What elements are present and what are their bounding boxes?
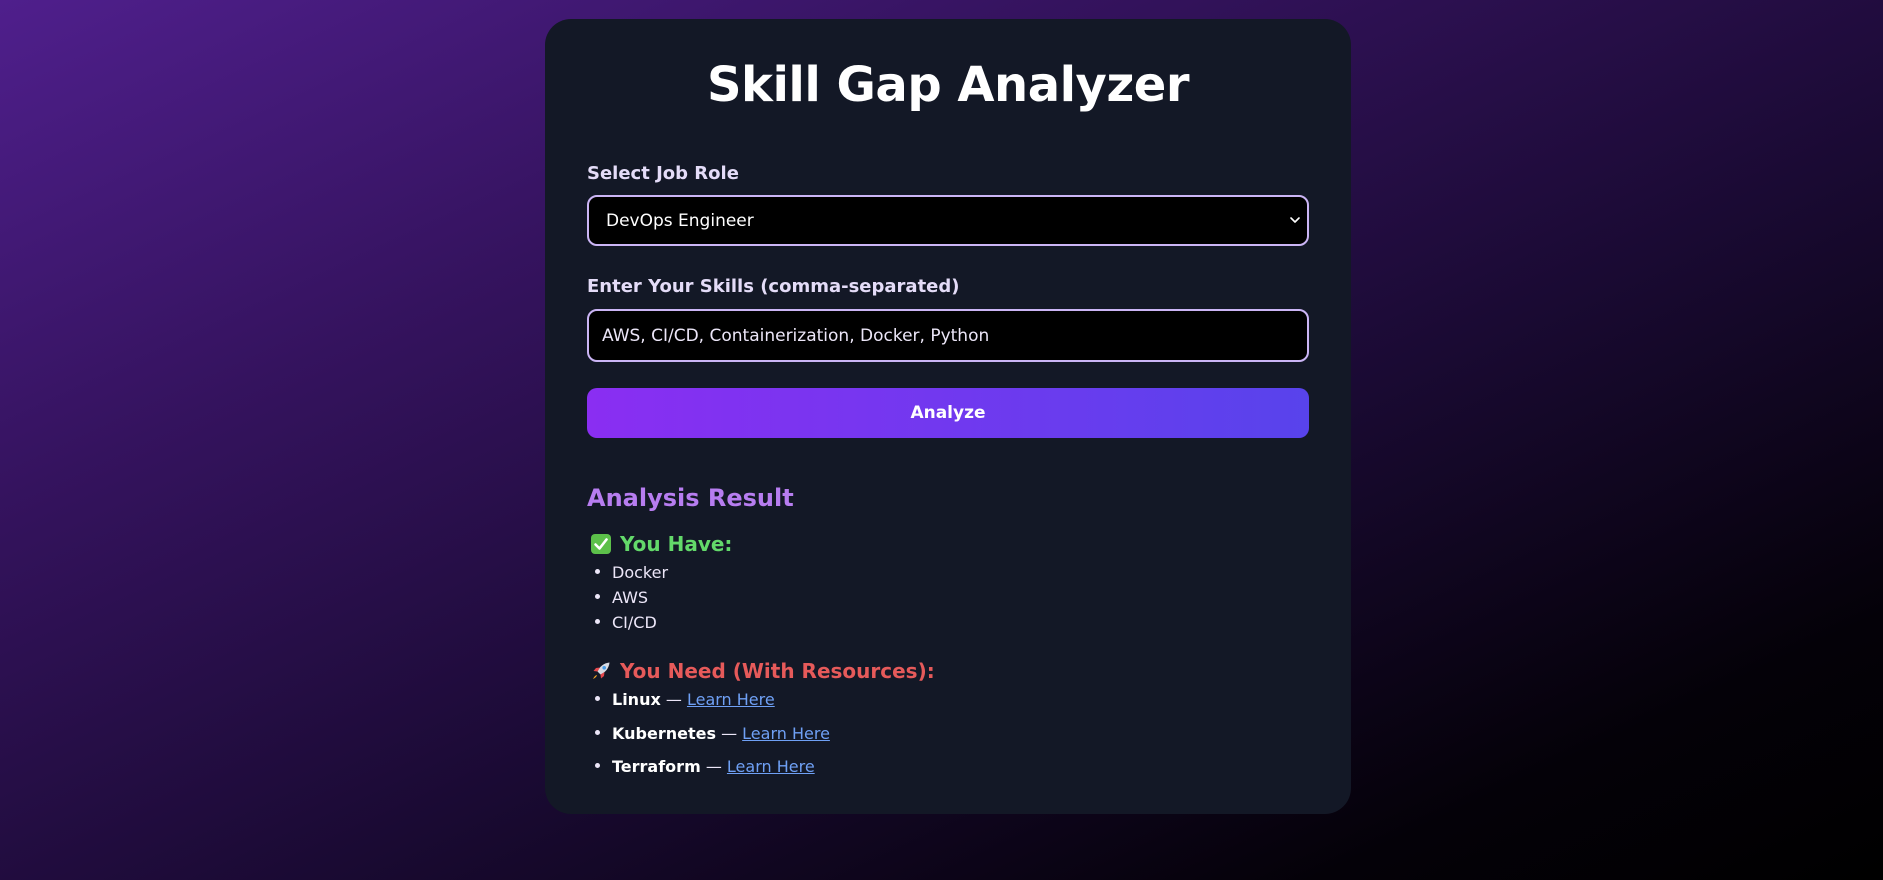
have-skill-item: AWS xyxy=(595,585,1309,610)
need-skill-name: Kubernetes xyxy=(612,723,716,743)
you-need-heading-text: You Need (With Resources): xyxy=(620,659,935,683)
separator-dash: — xyxy=(665,690,682,709)
have-skills-list: Docker AWS CI/CD xyxy=(587,560,1309,635)
separator-dash: — xyxy=(705,757,722,776)
need-skill-item: Linux — Learn Here xyxy=(595,687,1309,712)
need-skill-item: Kubernetes — Learn Here xyxy=(595,721,1309,746)
need-skill-item: Terraform — Learn Here xyxy=(595,754,1309,779)
analyzer-card: Skill Gap Analyzer Select Job Role DevOp… xyxy=(545,19,1351,814)
analysis-result-heading: Analysis Result xyxy=(587,484,794,512)
chevron-down-icon xyxy=(1290,217,1300,223)
analyze-button[interactable]: Analyze xyxy=(587,388,1309,438)
learn-here-link[interactable]: Learn Here xyxy=(687,690,775,709)
learn-here-link[interactable]: Learn Here xyxy=(727,757,815,776)
need-skill-name: Terraform xyxy=(612,757,701,776)
need-skills-list: Linux — Learn Here Kubernetes — Learn He… xyxy=(587,687,1309,779)
separator-dash: — xyxy=(721,723,738,743)
need-skill-name: Linux xyxy=(612,690,661,709)
skills-input-value: AWS, CI/CD, Containerization, Docker, Py… xyxy=(602,325,990,346)
have-skill-item: CI/CD xyxy=(595,610,1309,635)
job-role-select[interactable]: DevOps Engineer xyxy=(587,195,1309,246)
learn-here-link[interactable]: Learn Here xyxy=(742,724,830,743)
job-role-label: Select Job Role xyxy=(587,163,739,184)
you-have-heading: You Have: xyxy=(590,531,1309,557)
skills-label: Enter Your Skills (comma-separated) xyxy=(587,276,960,297)
you-need-heading: You Need (With Resources): xyxy=(590,658,1309,684)
rocket-icon xyxy=(593,662,610,679)
have-skill-item: Docker xyxy=(595,560,1309,585)
page-title: Skill Gap Analyzer xyxy=(706,57,1190,113)
you-have-heading-text: You Have: xyxy=(620,532,733,556)
check-mark-icon xyxy=(591,534,611,554)
skills-input[interactable]: AWS, CI/CD, Containerization, Docker, Py… xyxy=(587,309,1309,362)
job-role-selected-value: DevOps Engineer xyxy=(606,210,754,231)
